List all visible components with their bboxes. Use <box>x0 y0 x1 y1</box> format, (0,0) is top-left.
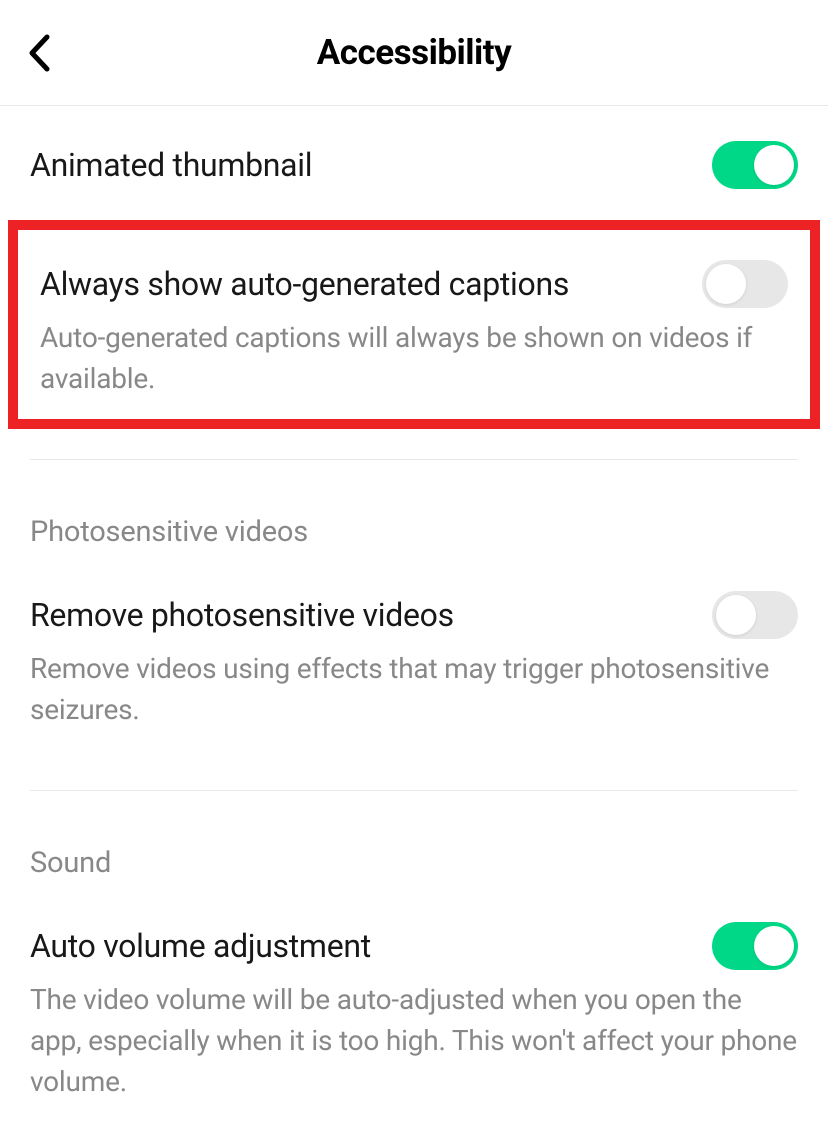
toggle-knob <box>706 264 746 304</box>
setting-desc-photosensitive: Remove videos using effects that may tri… <box>0 649 828 760</box>
setting-auto-captions: Always show auto-generated captions <box>18 230 810 318</box>
highlight-auto-captions: Always show auto-generated captions Auto… <box>8 220 820 429</box>
chevron-left-icon <box>28 34 50 72</box>
toggle-auto-captions[interactable] <box>702 260 788 308</box>
setting-animated-thumbnail: Animated thumbnail <box>0 106 828 214</box>
setting-desc-auto-captions: Auto-generated captions will always be s… <box>18 318 810 409</box>
toggle-animated-thumbnail[interactable] <box>712 141 798 189</box>
settings-content: Animated thumbnail Always show auto-gene… <box>0 106 828 1132</box>
toggle-auto-volume[interactable] <box>712 922 798 970</box>
setting-label-animated-thumbnail: Animated thumbnail <box>30 146 312 184</box>
section-header-photosensitive: Photosensitive videos <box>0 470 828 569</box>
section-header-sound: Sound <box>0 801 828 900</box>
section-photosensitive: Photosensitive videos Remove photosensit… <box>0 460 828 760</box>
setting-auto-volume: Auto volume adjustment <box>0 900 828 980</box>
header-bar: Accessibility <box>0 0 828 106</box>
toggle-remove-photosensitive[interactable] <box>712 591 798 639</box>
section-sound: Sound Auto volume adjustment The video v… <box>0 791 828 1132</box>
back-button[interactable] <box>28 34 50 72</box>
page-title: Accessibility <box>317 32 512 73</box>
setting-desc-auto-volume: The video volume will be auto-adjusted w… <box>0 980 828 1132</box>
setting-label-auto-volume: Auto volume adjustment <box>30 927 371 965</box>
setting-remove-photosensitive: Remove photosensitive videos <box>0 569 828 649</box>
toggle-knob <box>754 926 794 966</box>
toggle-knob <box>754 145 794 185</box>
setting-label-photosensitive: Remove photosensitive videos <box>30 596 454 634</box>
setting-label-auto-captions: Always show auto-generated captions <box>40 265 569 303</box>
toggle-knob <box>716 595 756 635</box>
